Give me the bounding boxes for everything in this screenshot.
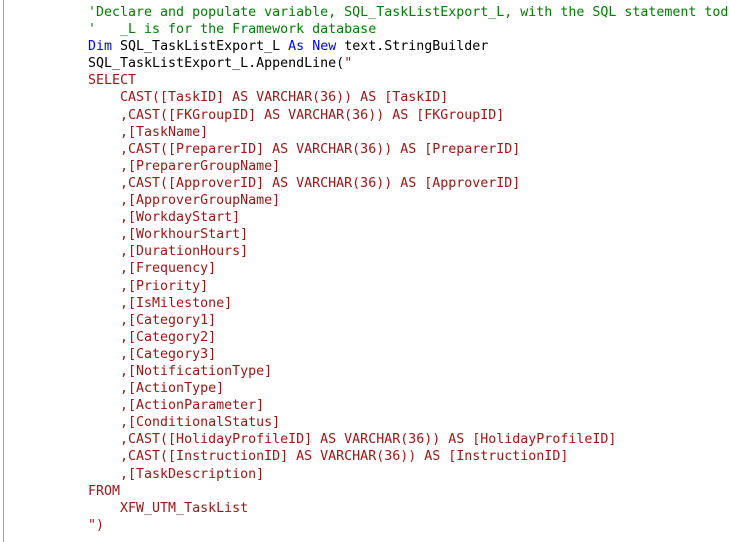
code-line: XFW_UTM_TaskList [88, 500, 729, 517]
code-token-string: " [344, 56, 353, 72]
code-token-string: ,[Priority] [88, 278, 209, 294]
code-line: ,[Category1] [88, 312, 729, 329]
code-token-string: CAST([TaskID] AS VARCHAR(36)) AS [TaskID… [88, 90, 449, 106]
code-token-string: XFW_UTM_TaskList [88, 500, 249, 516]
code-token-plain: text.StringBuilder [336, 39, 489, 55]
code-token-string: ,[NotificationType] [88, 363, 273, 379]
code-token-keyword: As [288, 39, 305, 55]
code-line: ,[Category2] [88, 329, 729, 346]
code-line: ,[Category3] [88, 346, 729, 363]
code-token-string: ,CAST([HolidayProfileID] AS VARCHAR(36))… [88, 432, 617, 448]
code-line: ,[PreparerGroupName] [88, 158, 729, 175]
code-token-string: ,[WorkdayStart] [88, 210, 241, 226]
code-line: ' _L is for the Framework database [88, 21, 729, 38]
code-line: ,[Priority] [88, 278, 729, 295]
code-token-string: ,[ActionType] [88, 381, 225, 397]
code-token-plain: SQL_TaskListExport_L.AppendLine( [88, 56, 345, 72]
code-line: ,[ActionType] [88, 380, 729, 397]
code-line: ,[ApproverGroupName] [88, 192, 729, 209]
code-line: ,[DurationHours] [88, 243, 729, 260]
code-token-string: SELECT [88, 73, 137, 89]
code-token-string: ,[Category2] [88, 329, 217, 345]
code-token-string: ,[ConditionalStatus] [88, 415, 281, 431]
code-line: ,[TaskName] [88, 124, 729, 141]
code-line: SQL_TaskListExport_L.AppendLine(" [88, 55, 729, 72]
code-line: ,[Frequency] [88, 260, 729, 277]
code-line: ,[ConditionalStatus] [88, 414, 729, 431]
code-token-string: ,[PreparerGroupName] [88, 158, 281, 174]
code-token-string: ,[Category1] [88, 312, 217, 328]
code-token-string: ,[IsMilestone] [88, 295, 233, 311]
code-line: ,CAST([PreparerID] AS VARCHAR(36)) AS [P… [88, 141, 729, 158]
code-line: 'Declare and populate variable, SQL_Task… [88, 4, 729, 21]
code-token-string: ,[DurationHours] [88, 244, 249, 260]
code-line: ,CAST([ApproverID] AS VARCHAR(36)) AS [A… [88, 175, 729, 192]
code-line: ,[WorkhourStart] [88, 226, 729, 243]
code-line: Dim SQL_TaskListExport_L As New text.Str… [88, 38, 729, 55]
code-editor-pane[interactable]: 'Declare and populate variable, SQL_Task… [0, 0, 729, 542]
code-token-string: ,[Category3] [88, 346, 217, 362]
code-token-string: ,[ApproverGroupName] [88, 193, 281, 209]
code-line: ,[IsMilestone] [88, 295, 729, 312]
code-token-string: ,[WorkhourStart] [88, 227, 249, 243]
code-token-string: ,[TaskDescription] [88, 466, 265, 482]
code-token-string: FROM [88, 483, 121, 499]
code-token-string: ,CAST([ApproverID] AS VARCHAR(36)) AS [A… [88, 175, 521, 191]
code-token-string: ") [88, 517, 105, 533]
code-line: ,CAST([FKGroupID] AS VARCHAR(36)) AS [FK… [88, 107, 729, 124]
code-token-string: ,[TaskName] [88, 124, 209, 140]
code-line: ") [88, 517, 729, 534]
code-token-string: ,CAST([InstructionID] AS VARCHAR(36)) AS… [88, 449, 569, 465]
code-line: SELECT [88, 72, 729, 89]
indicator-margin-rule [3, 0, 4, 542]
code-line: ,CAST([InstructionID] AS VARCHAR(36)) AS… [88, 448, 729, 465]
code-line: FROM [88, 483, 729, 500]
code-text-area[interactable]: 'Declare and populate variable, SQL_Task… [88, 4, 729, 534]
code-line: ,[ActionParameter] [88, 397, 729, 414]
code-token-plain: SQL_TaskListExport_L [112, 39, 289, 55]
code-line: ,CAST([HolidayProfileID] AS VARCHAR(36))… [88, 431, 729, 448]
code-token-string: ,[Frequency] [88, 261, 217, 277]
code-line: CAST([TaskID] AS VARCHAR(36)) AS [TaskID… [88, 89, 729, 106]
code-line: ,[WorkdayStart] [88, 209, 729, 226]
code-token-string: ,CAST([FKGroupID] AS VARCHAR(36)) AS [FK… [88, 107, 505, 123]
code-line: ,[NotificationType] [88, 363, 729, 380]
code-token-comment: 'Declare and populate variable, SQL_Task… [88, 5, 729, 20]
code-token-keyword: Dim [88, 39, 113, 55]
code-token-keyword: New [312, 39, 337, 55]
code-token-string: ,[ActionParameter] [88, 398, 265, 414]
code-token-string: ,CAST([PreparerID] AS VARCHAR(36)) AS [P… [88, 141, 521, 157]
code-token-comment: ' _L is for the Framework database [88, 22, 377, 38]
code-line: ,[TaskDescription] [88, 466, 729, 483]
